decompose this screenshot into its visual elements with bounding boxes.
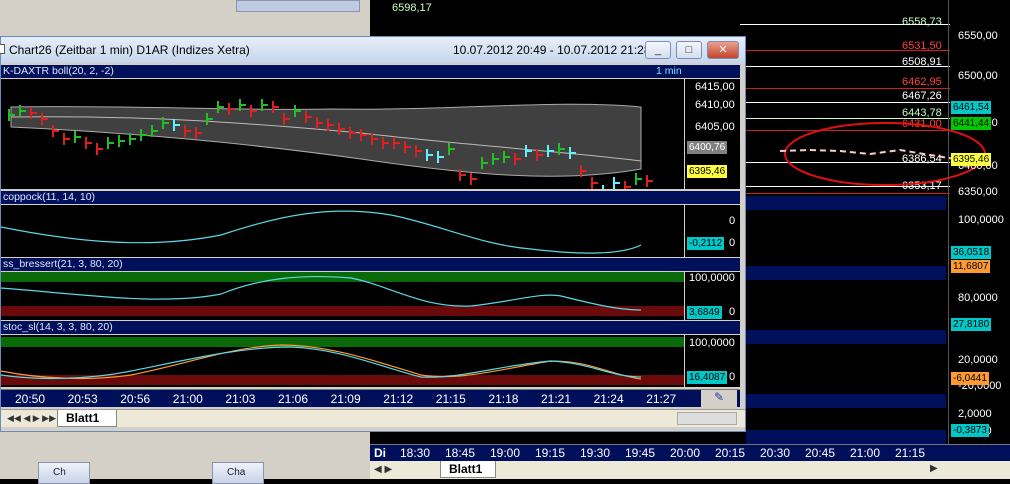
time-tick-label: 18:30	[400, 446, 431, 460]
time-tick-label: 19:30	[580, 446, 611, 460]
chart-window[interactable]: Chart26 (Zeitbar 1 min) D1AR (Indizes Xe…	[0, 36, 746, 432]
scale-label: 6500,00	[958, 70, 998, 82]
bressert-pane[interactable]	[1, 272, 684, 320]
time-tick-label: 21:15	[895, 446, 926, 460]
value-tag: 6461,54	[951, 101, 992, 114]
time-tick-label: 21:03	[225, 392, 256, 406]
close-button[interactable]: ✕	[707, 41, 739, 59]
price-line	[740, 193, 950, 194]
time-tick-label: 19:00	[490, 446, 521, 460]
time-tick-label: 20:50	[15, 392, 46, 406]
hscroll-right-icon[interactable]: ▶	[930, 463, 938, 474]
time-tick-label: 21:21	[541, 392, 572, 406]
subpane-header	[746, 394, 946, 408]
price-candles	[8, 99, 653, 197]
top-value-label: 6598,17	[392, 2, 432, 14]
scale-divider	[948, 0, 949, 444]
stoc-lines	[1, 344, 642, 380]
last-price-tag: 6395,46	[687, 165, 728, 178]
time-tick-label: 21:06	[278, 392, 309, 406]
tab-nav-arrows[interactable]: ◀ ▶	[374, 464, 392, 475]
pane-header-bressert: ss_bressert(21, 3, 80, 20)	[1, 258, 740, 271]
price-level-label: 6462,95	[902, 76, 942, 88]
coppock-pane[interactable]	[0, 205, 684, 257]
value-tag: 27,8180	[951, 318, 992, 331]
price-pane[interactable]	[1, 79, 684, 197]
stoc-scale: 100,0000 16,4087 0	[685, 335, 740, 387]
scale-label: 20,0000	[958, 354, 998, 366]
price-level-label: 6558,73	[902, 16, 942, 28]
subpane-header	[746, 266, 946, 280]
time-tick-label: 21:12	[383, 392, 414, 406]
taskbar-item-chart[interactable]: Ch	[38, 462, 90, 484]
time-tick-label: 20:30	[760, 446, 791, 460]
time-tick-label: 21:18	[488, 392, 519, 406]
bollinger-value-tag: 6400,76	[687, 141, 728, 154]
timeframe-label: 1 min	[656, 65, 682, 77]
time-tick-label: 21:24	[593, 392, 624, 406]
price-line	[740, 88, 950, 89]
stoc-pane[interactable]	[1, 335, 684, 387]
time-tick-label: 20:56	[120, 392, 151, 406]
maximize-button[interactable]: □	[676, 41, 702, 59]
subpane-header	[746, 330, 946, 344]
chart-window-icon	[0, 44, 5, 54]
window-sheet-tab-bar: ◀◀ ◀ ▶ ▶▶ Blatt1	[1, 409, 745, 427]
value-tag: -6,0441	[951, 372, 989, 385]
pane-header-price: K-DAXTR boll(20, 2, -2) 1 min	[1, 65, 740, 78]
scale-label: 100,0000	[958, 214, 1004, 226]
time-tick-label: 21:15	[435, 392, 466, 406]
bressert-scale: 100,0000 3,6849 0	[685, 272, 740, 320]
window-time-axis: 20:50 20:53 20:56 21:00 21:03 21:06 21:09 21:12…	[1, 389, 740, 407]
background-window-title	[236, 0, 360, 12]
sheet-tab-bar: ◀ ▶ Blatt1 ▶	[370, 461, 1010, 479]
scale-label: 6550,00	[958, 30, 998, 42]
pane-header-stoc: stoc_sl(14, 3, 3, 80, 20)	[1, 321, 740, 334]
time-tick-label: 19:15	[535, 446, 566, 460]
window-title: Chart26 (Zeitbar 1 min) D1AR (Indizes Xe…	[9, 43, 250, 57]
time-axis-day: Di	[374, 446, 386, 460]
window-date-range: 10.07.2012 20:49 - 10.07.2012 21:28	[453, 43, 651, 57]
price-level-label: 6531,50	[902, 40, 942, 52]
draw-tool-icon[interactable]: ✎	[701, 390, 737, 407]
price-line	[740, 102, 950, 103]
minimize-button[interactable]: _	[645, 41, 671, 59]
time-tick-label: 20:45	[805, 446, 836, 460]
taskbar-item-chart-2[interactable]: Cha	[212, 462, 264, 484]
time-tick-label: 20:15	[715, 446, 746, 460]
horizontal-scrollbar[interactable]	[677, 412, 737, 425]
price-level-label: 6508,91	[902, 56, 942, 68]
value-tag: 11,6807	[951, 260, 991, 273]
subpane-header	[746, 196, 946, 210]
value-tag: 36,0518	[951, 246, 992, 259]
coppock-scale: 0 -0,2112 0	[685, 205, 740, 257]
price-scale: 6415,00 6410,00 6405,00 6400,76 6395,46	[685, 79, 740, 189]
time-tick-label: 21:27	[646, 392, 677, 406]
scale-label: 80,0000	[958, 292, 998, 304]
time-tick-label: 20:00	[670, 446, 701, 460]
time-tick-label: 18:45	[445, 446, 476, 460]
value-tag: -0,3873	[951, 424, 989, 437]
time-tick-label: 19:45	[625, 446, 656, 460]
scale-label: 2,0000	[958, 408, 992, 420]
sheet-tab-blatt1[interactable]: Blatt1	[440, 461, 496, 478]
tab-nav-arrows[interactable]: ◀◀ ◀ ▶ ▶▶	[7, 413, 56, 424]
time-tick-label: 21:00	[172, 392, 203, 406]
value-tag: 6441,44	[951, 117, 992, 130]
price-level-label: 6467,26	[902, 90, 942, 102]
bressert-lines	[1, 275, 642, 311]
pane-title: K-DAXTR boll(20, 2, -2)	[3, 65, 114, 77]
time-tick-label: 21:09	[330, 392, 361, 406]
time-axis: Di 18:30 18:45 19:00 19:15 19:30 19:45 20:00 20…	[370, 444, 1010, 461]
subpane-header	[746, 430, 946, 444]
time-tick-label: 21:00	[850, 446, 881, 460]
pane-header-coppock: coppock(11, 14, 10)	[1, 191, 740, 204]
scale-label: 6350,00	[958, 186, 998, 198]
window-sheet-tab-blatt1[interactable]: Blatt1	[57, 410, 117, 427]
time-tick-label: 20:53	[67, 392, 98, 406]
value-tag: 6395,46	[951, 153, 992, 166]
window-titlebar[interactable]: Chart26 (Zeitbar 1 min) D1AR (Indizes Xe…	[0, 37, 745, 63]
coppock-line	[0, 210, 642, 254]
